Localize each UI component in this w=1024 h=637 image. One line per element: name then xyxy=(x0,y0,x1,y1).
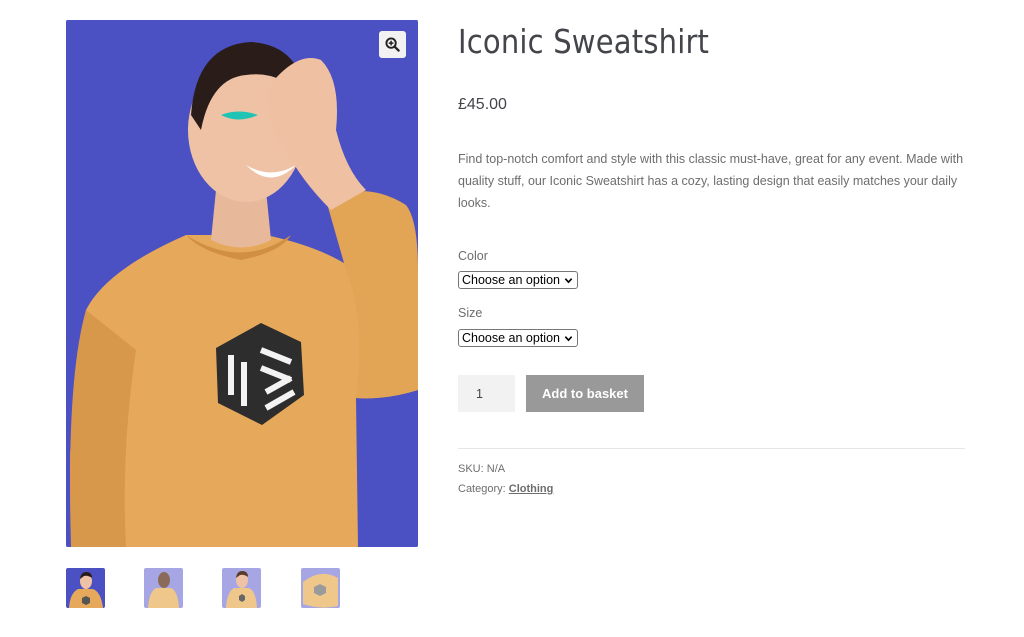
sku-value: N/A xyxy=(486,463,506,475)
product-main-image[interactable] xyxy=(66,20,418,547)
model-photo xyxy=(66,20,418,547)
thumbnail-3[interactable] xyxy=(222,568,261,608)
sku-label: SKU: xyxy=(458,463,484,475)
chevron-down-icon xyxy=(564,277,573,283)
thumbnail-image xyxy=(301,568,340,608)
thumbnail-1[interactable] xyxy=(66,568,105,608)
thumbnail-image xyxy=(66,568,105,608)
color-select[interactable]: Choose an option xyxy=(458,271,578,289)
color-label: Color xyxy=(458,249,488,263)
thumbnail-image xyxy=(222,568,261,608)
size-select[interactable]: Choose an option xyxy=(458,329,578,347)
thumbnail-4[interactable] xyxy=(301,568,340,608)
color-select-value: Choose an option xyxy=(462,273,560,287)
product-title: Iconic Sweatshirt xyxy=(458,22,710,61)
quantity-input[interactable]: 1 xyxy=(458,375,515,412)
chevron-down-icon xyxy=(564,335,573,341)
size-label: Size xyxy=(458,306,483,320)
product-price: £45.00 xyxy=(458,96,507,113)
category-label: Category: xyxy=(458,483,506,495)
category-link[interactable]: Clothing xyxy=(509,483,554,495)
product-description: Find top-notch comfort and style with th… xyxy=(458,152,964,210)
size-select-value: Choose an option xyxy=(462,331,560,345)
thumbnail-2[interactable] xyxy=(144,568,183,608)
magnifier-zoom-icon xyxy=(385,37,400,52)
thumbnail-image xyxy=(144,568,183,608)
product-category: Category: Clothing xyxy=(458,483,553,495)
add-to-basket-button[interactable]: Add to basket xyxy=(526,375,644,412)
product-sku: SKU: N/A xyxy=(458,463,505,475)
zoom-button[interactable] xyxy=(379,31,406,58)
divider xyxy=(458,448,965,449)
